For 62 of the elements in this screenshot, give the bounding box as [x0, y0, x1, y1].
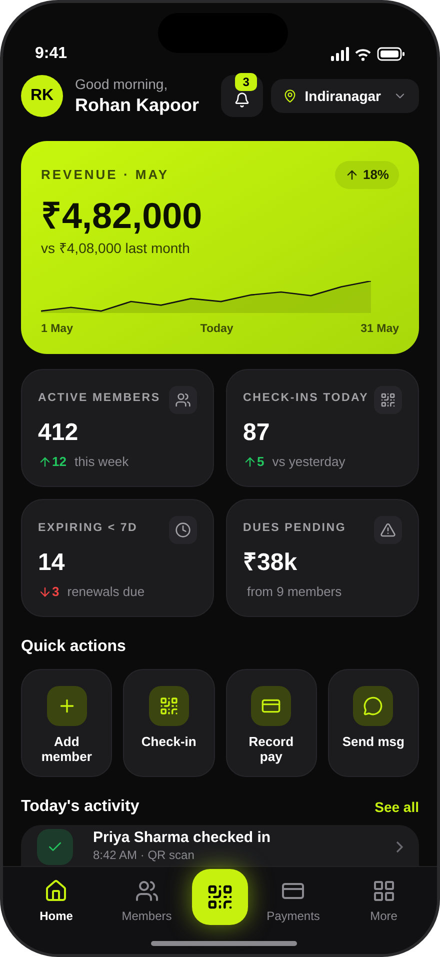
home-icon [44, 879, 68, 903]
stat-note: renewals due [67, 583, 145, 601]
battery-icon [377, 47, 405, 61]
quick-action-tile[interactable]: Send msg [328, 669, 419, 777]
stat-value: ₹38k [243, 548, 298, 578]
avatar[interactable]: RK [21, 75, 63, 117]
wifi-icon [355, 48, 371, 60]
quick-action-tile[interactable]: Add member [21, 669, 112, 777]
stat-label: EXPIRING < 7D [38, 521, 138, 536]
section-title: Quick actions [21, 637, 127, 657]
tab-item[interactable]: Payments [248, 879, 338, 925]
tab-item[interactable]: More [338, 879, 429, 925]
revenue-title: REVENUE · MAY [41, 166, 170, 184]
notification-badge: 3 [234, 73, 258, 91]
quick-action-tile[interactable]: Check-in [123, 669, 214, 777]
stat-delta: 5 [243, 452, 264, 472]
revenue-change: 18% [334, 161, 399, 188]
axis-label: 1 May [41, 322, 73, 337]
axis-label: Today [200, 322, 234, 337]
members-icon [134, 879, 159, 903]
user-name: Rohan Kapoor [75, 94, 199, 116]
status-time: 9:41 [35, 44, 68, 64]
activity-subtitle: 8:42 AM · QR scan [93, 848, 196, 863]
section-title: Today's activity [21, 797, 140, 817]
stat-value: 412 [38, 418, 80, 448]
stat-note: vs yesterday [272, 453, 346, 471]
quick-action-tile[interactable]: Record pay [226, 669, 317, 777]
qr-code-icon [158, 696, 179, 716]
clock-icon [175, 522, 191, 538]
stat-label: CHECK-INS TODAY [243, 391, 369, 406]
arrow-down-icon [38, 584, 52, 599]
grid-icon [372, 879, 396, 903]
scan-button[interactable] [192, 869, 248, 925]
signal-icon [331, 47, 349, 61]
tab-item[interactable]: Members [102, 879, 192, 925]
stat-delta: 3 [38, 582, 60, 602]
stat-value: 87 [243, 418, 271, 448]
tab-item[interactable]: Home [11, 879, 102, 925]
revenue-comparison: vs ₹4,08,000 last month [41, 238, 191, 258]
location-selector[interactable]: Indiranagar [270, 79, 419, 113]
members-icon [175, 392, 191, 408]
stat-note: from 9 members [247, 583, 342, 601]
qr-code-icon [206, 883, 234, 911]
see-all-link[interactable]: See all [374, 796, 419, 818]
stat-delta: 12 [38, 452, 66, 472]
revenue-amount: ₹4,82,000 [41, 194, 204, 238]
stat-value: 14 [38, 548, 66, 578]
chevron-right-icon [396, 841, 403, 853]
chat-icon [363, 696, 384, 716]
warning-icon [380, 522, 396, 538]
activity-item[interactable]: Priya Sharma checked in 8:42 AM · QR scan [21, 825, 419, 867]
stat-label: DUES PENDING [243, 521, 346, 536]
stat-note: this week [74, 453, 129, 471]
map-pin-icon [282, 89, 297, 103]
greeting: Good morning, [75, 76, 169, 94]
arrow-up-icon [344, 168, 359, 182]
stat-label: ACTIVE MEMBERS [38, 391, 160, 406]
bell-icon [234, 92, 250, 108]
qr-code-icon [380, 392, 396, 408]
notifications-button[interactable]: 3 [220, 75, 263, 117]
activity-title: Priya Sharma checked in [93, 829, 271, 848]
axis-label: 31 May [360, 322, 399, 337]
